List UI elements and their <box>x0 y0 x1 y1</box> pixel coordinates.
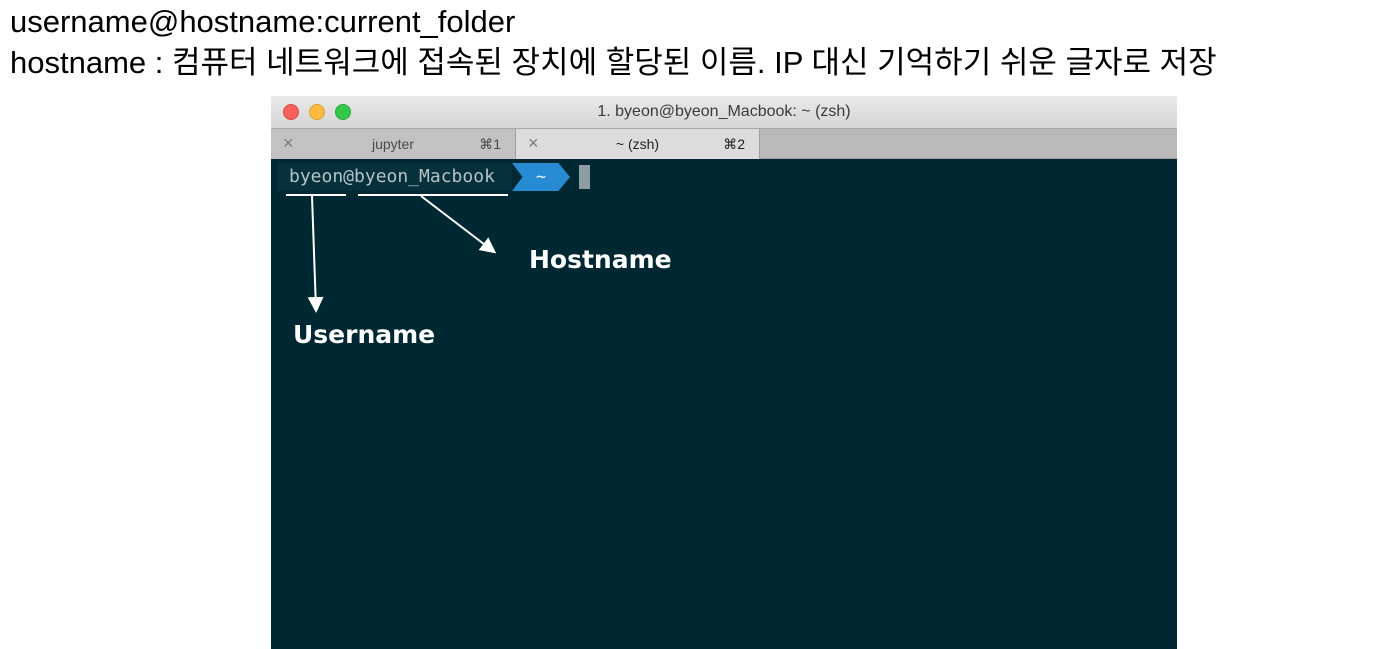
heading-format-line: username@hostname:current_folder <box>10 4 516 39</box>
window-title: 1. byeon@byeon_Macbook: ~ (zsh) <box>597 103 851 120</box>
tab-bar: × jupyter ⌘1 × ~ (zsh) ⌘2 <box>271 128 1177 159</box>
annotation-arrows <box>307 195 497 313</box>
terminal-content[interactable]: byeon@byeon_Macbook ~ Hostname Username <box>271 159 1177 649</box>
tab-zsh[interactable]: × ~ (zsh) ⌘2 <box>516 129 760 159</box>
terminal-window: 1. byeon@byeon_Macbook: ~ (zsh) × jupyte… <box>271 96 1177 649</box>
username-arrow <box>307 195 324 313</box>
hostname-arrow <box>420 195 497 254</box>
hostname-annotation: Hostname <box>529 245 672 274</box>
heading-hostname-description: hostname : 컴퓨터 네트워크에 접속된 장치에 할당된 이름. IP … <box>10 45 1217 80</box>
username-annotation: Username <box>293 320 436 349</box>
window-titlebar[interactable]: 1. byeon@byeon_Macbook: ~ (zsh) <box>271 96 1177 128</box>
tab-shortcut: ⌘2 <box>723 136 745 152</box>
tab-shortcut: ⌘1 <box>479 136 501 152</box>
tab-jupyter[interactable]: × jupyter ⌘1 <box>271 129 516 159</box>
